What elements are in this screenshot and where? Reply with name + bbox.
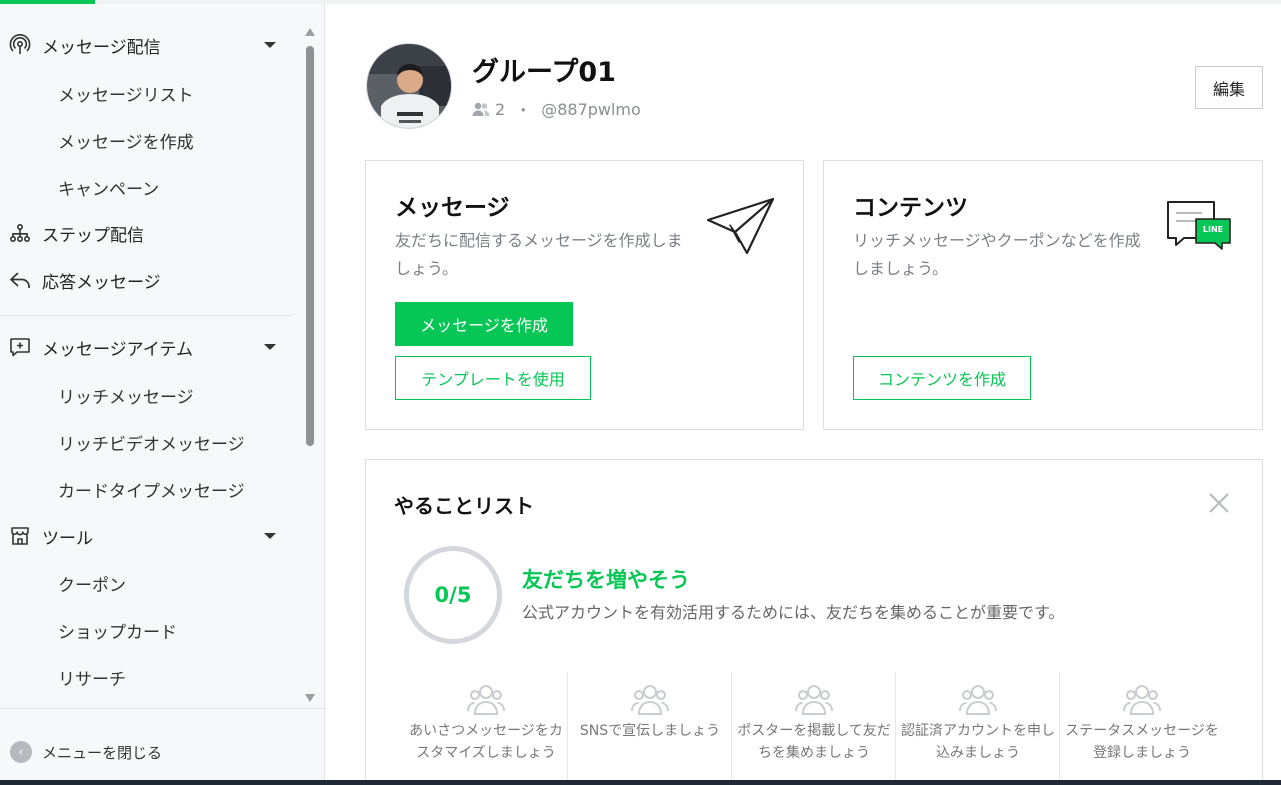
sidebar-subitem-label: メッセージを作成	[58, 133, 194, 153]
sidebar-item-label: メッセージアイテム	[42, 339, 193, 360]
sidebar-item-message-items[interactable]: メッセージアイテム	[0, 327, 300, 367]
sidebar-item-label: ステップ配信	[42, 225, 144, 246]
close-menu-label: メニューを閉じる	[42, 744, 163, 762]
sidebar-subitem-shop-card[interactable]: ショップカード	[0, 609, 300, 649]
todo-card: やることリスト 0/5 友だちを増やそう 公式アカウントを有効活用するためには、…	[365, 459, 1263, 785]
sidebar-item-tools[interactable]: ツール	[0, 516, 300, 556]
message-plus-icon	[8, 335, 32, 359]
sidebar-scrollbar[interactable]	[302, 28, 316, 708]
window-bottom-edge	[0, 780, 1281, 785]
sidebar-subitem-label: キャンペーン	[58, 180, 160, 200]
content-card-title: コンテンツ	[853, 195, 968, 221]
todo-task[interactable]: ステータスメッセージを登録しましょう	[1060, 672, 1224, 782]
sidebar-subitem-rich-video-message[interactable]: リッチビデオメッセージ	[0, 421, 300, 461]
friend-count: 2	[495, 99, 506, 119]
scroll-down-arrow-icon[interactable]	[305, 694, 315, 702]
chevron-left-icon: ‹	[10, 741, 32, 763]
todo-task[interactable]: あいさつメッセージをカスタマイズしましょう	[404, 672, 568, 782]
chevron-down-icon	[264, 42, 276, 48]
friends-count-icon	[472, 101, 490, 117]
message-card-description: 友だちに配信するメッセージを作成しましょう。	[395, 231, 683, 278]
step-flow-icon	[8, 221, 32, 245]
shop-icon	[8, 524, 32, 548]
todo-task-label: 認証済アカウントを申し込みましょう	[901, 723, 1055, 761]
sidebar-subitem-coupon[interactable]: クーポン	[0, 562, 300, 602]
sidebar-item-auto-reply[interactable]: 応答メッセージ	[0, 260, 300, 300]
todo-task[interactable]: 認証済アカウントを申し込みましょう	[896, 672, 1060, 782]
sidebar-subitem-research[interactable]: リサーチ	[0, 656, 300, 696]
progress-ring: 0/5	[404, 546, 502, 644]
account-meta: 2 ・ @887pwlmo	[472, 97, 641, 121]
friends-icon	[958, 680, 998, 720]
todo-task-label: SNSで宣伝しましょう	[579, 723, 721, 739]
account-name: グループ01	[472, 57, 616, 88]
meta-separator: ・	[515, 101, 532, 120]
sidebar-item-step-delivery[interactable]: ステップ配信	[0, 213, 300, 253]
todo-task-label: ポスターを掲載して友だちを集めましょう	[737, 723, 891, 761]
sidebar-subitem-create-message[interactable]: メッセージを作成	[0, 119, 300, 159]
sidebar-subitem-label: リサーチ	[58, 670, 126, 690]
create-message-button[interactable]: メッセージを作成	[395, 302, 573, 346]
friends-icon	[1122, 680, 1162, 720]
goal-description: 公式アカウントを有効活用するためには、友だちを集めることが重要です。	[522, 603, 1065, 622]
content-card-description: リッチメッセージやクーポンなどを作成しましょう。	[853, 231, 1141, 278]
message-card-title: メッセージ	[395, 195, 510, 221]
chevron-down-icon	[264, 533, 276, 539]
close-menu-button[interactable]: ‹ メニューを閉じる	[0, 708, 325, 785]
scroll-up-arrow-icon[interactable]	[305, 28, 315, 36]
sidebar-subitem-label: ショップカード	[58, 623, 177, 643]
close-icon[interactable]	[1206, 490, 1232, 516]
friends-icon	[794, 680, 834, 720]
account-handle: @887pwlmo	[541, 99, 641, 119]
content-card: コンテンツ リッチメッセージやクーポンなどを作成しましょう。 LINE コンテン…	[823, 160, 1263, 430]
todo-task[interactable]: SNSで宣伝しましょう	[568, 672, 732, 782]
todo-task-label: あいさつメッセージをカスタマイズしましょう	[409, 723, 563, 761]
sidebar-subitem-label: カードタイプメッセージ	[58, 482, 245, 502]
line-badge-text: LINE	[1202, 225, 1224, 234]
sidebar-subitem-message-list[interactable]: メッセージリスト	[0, 72, 300, 112]
use-template-button[interactable]: テンプレートを使用	[395, 356, 591, 400]
scrollbar-thumb[interactable]	[306, 46, 314, 446]
sidebar-subitem-label: メッセージリスト	[58, 86, 194, 106]
progress-count: 0/5	[434, 583, 472, 607]
line-chat-icon: LINE	[1166, 199, 1232, 255]
paper-plane-icon	[706, 195, 776, 257]
friends-icon	[630, 680, 670, 720]
friends-icon	[466, 680, 506, 720]
sidebar-subitem-rich-message[interactable]: リッチメッセージ	[0, 374, 300, 414]
create-content-button[interactable]: コンテンツを作成	[853, 356, 1031, 400]
broadcast-icon	[8, 33, 32, 57]
account-avatar[interactable]	[366, 43, 452, 129]
edit-button[interactable]: 編集	[1195, 66, 1263, 109]
sidebar-subitem-label: リッチビデオメッセージ	[58, 435, 245, 455]
chevron-down-icon	[264, 344, 276, 350]
sidebar-subitem-campaign[interactable]: キャンペーン	[0, 166, 300, 206]
todo-title: やることリスト	[394, 494, 534, 518]
sidebar-item-label: ツール	[42, 528, 93, 549]
sidebar-subitem-label: クーポン	[58, 576, 126, 596]
sidebar: メッセージ配信 メッセージリスト メッセージを作成 キャンペーン ステップ配信 …	[0, 4, 325, 785]
reply-arrow-icon	[8, 268, 32, 292]
message-card: メッセージ 友だちに配信するメッセージを作成しましょう。 メッセージを作成 テン…	[365, 160, 804, 430]
sidebar-subitem-card-type-message[interactable]: カードタイプメッセージ	[0, 468, 300, 508]
sidebar-menu: メッセージ配信 メッセージリスト メッセージを作成 キャンペーン ステップ配信 …	[0, 21, 300, 706]
main-content: グループ01 2 ・ @887pwlmo 編集 メッセージ 友だちに配信するメッ…	[326, 4, 1281, 785]
sidebar-item-label: メッセージ配信	[42, 37, 161, 58]
sidebar-item-message-delivery[interactable]: メッセージ配信	[0, 25, 300, 65]
goal-title: 友だちを増やそう	[522, 568, 690, 592]
todo-task-label: ステータスメッセージを登録しましょう	[1065, 723, 1219, 761]
todo-task[interactable]: ポスターを掲載して友だちを集めましょう	[732, 672, 896, 782]
sidebar-item-label: 応答メッセージ	[42, 272, 161, 293]
sidebar-divider	[0, 315, 292, 316]
sidebar-subitem-label: リッチメッセージ	[58, 388, 194, 408]
